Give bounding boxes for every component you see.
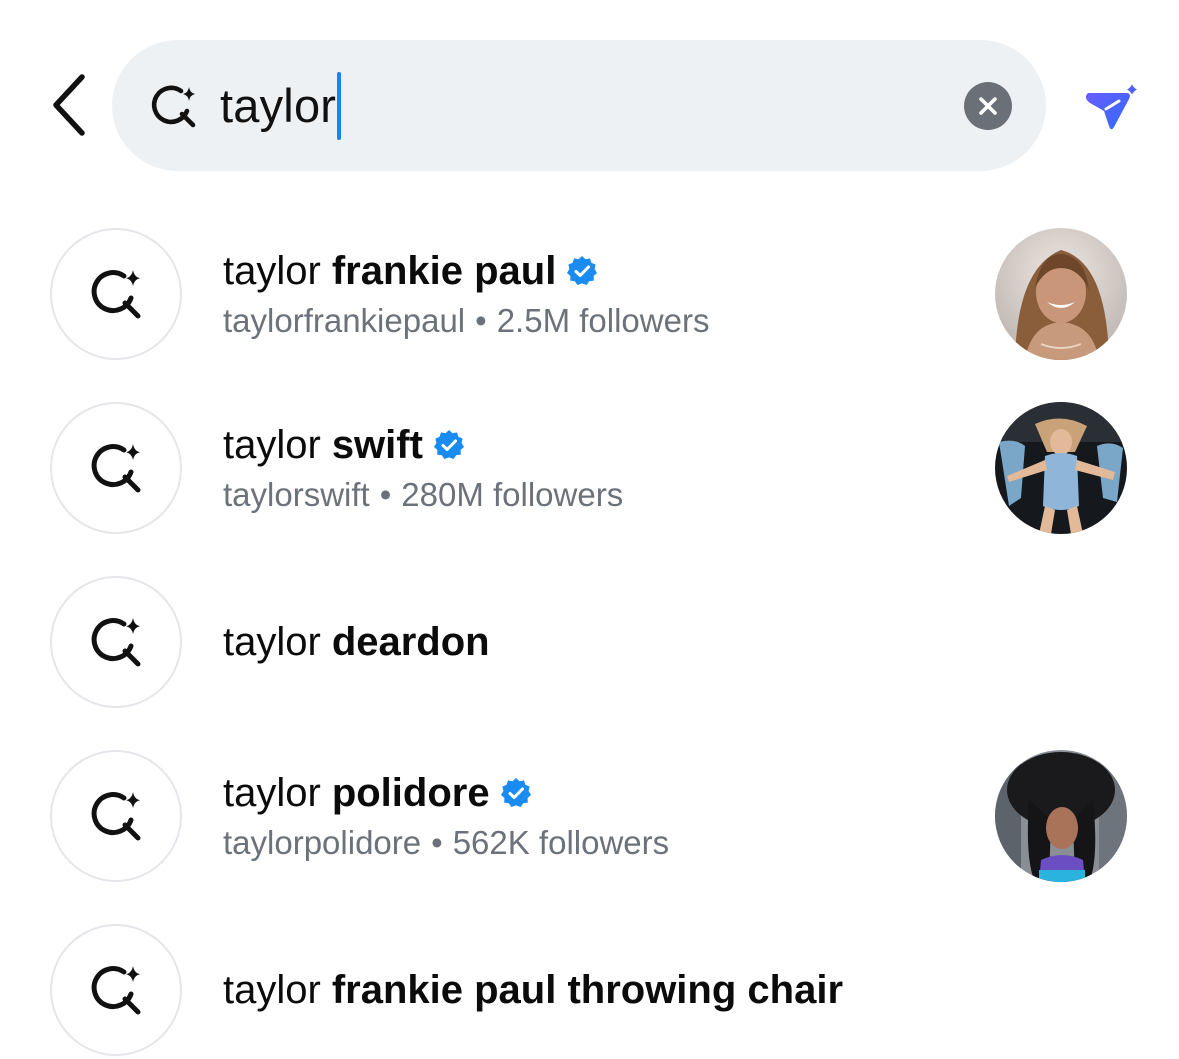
suggestion-search-icon-circle [50, 576, 182, 708]
ai-sparkle-search-icon [91, 444, 141, 493]
verified-badge-icon [566, 255, 598, 287]
avatar [995, 750, 1127, 882]
ai-send-icon [1085, 80, 1141, 130]
ai-send-button[interactable] [1078, 72, 1148, 142]
ai-sparkle-search-icon [91, 618, 141, 667]
text-caret [337, 71, 342, 140]
search-input[interactable]: taylor [220, 71, 342, 140]
search-query: taylor [220, 79, 337, 132]
separator-dot: • [379, 476, 392, 513]
suggestion-search-icon-circle [50, 924, 182, 1056]
suggestion-query-part: taylor [223, 423, 321, 467]
suggestion-search-icon-circle [50, 750, 182, 882]
suggestion-row[interactable]: taylor swift taylorswift • 280M followers [0, 402, 1179, 534]
suggestion-followers: 562K followers [452, 824, 670, 861]
ai-sparkle-search-icon [91, 792, 141, 841]
suggestion-completion: polidore [331, 771, 490, 815]
suggestion-completion: frankie paul throwing chair [331, 968, 844, 1012]
suggestion-query-part: taylor [223, 249, 321, 293]
suggestion-completion: frankie paul [331, 249, 557, 293]
ai-sparkle-search-icon [91, 270, 141, 319]
chevron-left-icon [53, 74, 85, 136]
suggestion-followers: 280M followers [401, 476, 624, 513]
suggestion-search-icon-circle [50, 402, 182, 534]
verified-badge-icon [433, 429, 465, 461]
suggestion-followers: 2.5M followers [496, 302, 710, 339]
clear-x-icon [979, 97, 997, 115]
suggestion-query-part: taylor [223, 968, 321, 1012]
verified-badge-icon [500, 777, 532, 809]
separator-dot: • [431, 824, 443, 861]
suggestion-username: taylorpolidore [223, 824, 422, 861]
suggestion-query-part: taylor [223, 771, 321, 815]
avatar [995, 402, 1127, 534]
suggestion-username: taylorfrankiepaul [223, 302, 466, 339]
suggestion-completion: deardon [331, 620, 490, 664]
suggestion-row[interactable]: taylor frankie paul throwing chair [0, 924, 1179, 1056]
suggestion-row[interactable]: taylor frankie paul taylorfrankiepaul • 2.… [0, 228, 1179, 360]
ai-sparkle-search-icon [148, 80, 200, 132]
search-bar[interactable]: taylor [112, 40, 1046, 171]
suggestion-row[interactable]: taylor polidore taylorpolidore • 562K foll… [0, 750, 1179, 882]
suggestion-search-icon-circle [50, 228, 182, 360]
clear-search-button[interactable] [964, 82, 1012, 130]
avatar [995, 228, 1127, 360]
separator-dot: • [475, 302, 487, 339]
search-screen: taylor taylor frankie paul taylorfrankie… [0, 0, 1179, 1059]
suggestion-query-part: taylor [223, 620, 321, 664]
suggestion-username: taylorswift [223, 476, 370, 513]
suggestion-row[interactable]: taylor deardon [0, 576, 1179, 708]
suggestion-completion: swift [331, 423, 423, 467]
ai-sparkle-search-icon [91, 966, 141, 1015]
back-button[interactable] [40, 60, 100, 150]
